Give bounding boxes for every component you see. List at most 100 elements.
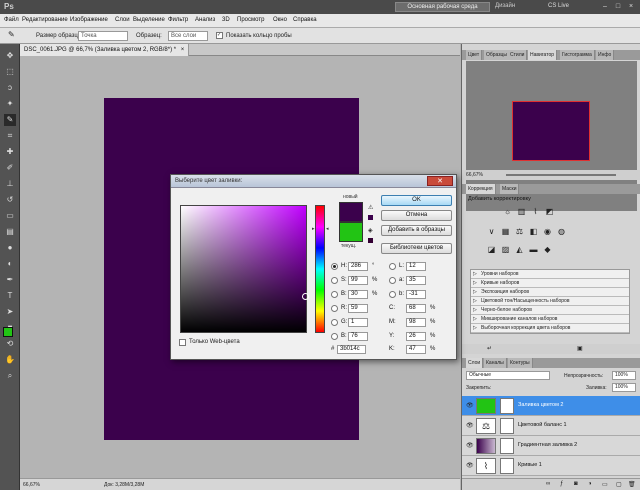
menu-window[interactable]: Окно	[273, 17, 287, 23]
layer-mask-thumbnail[interactable]	[500, 438, 514, 454]
add-mask-icon[interactable]: ◙	[574, 481, 578, 487]
tab-navigator[interactable]: Навигатор	[528, 50, 558, 60]
visibility-eye-icon[interactable]: 👁	[466, 402, 474, 409]
gamut-swatch[interactable]	[368, 215, 373, 220]
layer-row[interactable]: 👁 Градиентная заливка 2	[462, 436, 640, 456]
lab-l-radio[interactable]	[389, 263, 396, 270]
curves-icon[interactable]: ⌇	[530, 206, 541, 217]
tab-color[interactable]: Цвет	[466, 50, 483, 60]
dialog-close-button[interactable]: ✕	[427, 176, 453, 186]
menu-file[interactable]: Файл	[4, 17, 19, 23]
brightness-icon[interactable]: ☼	[502, 206, 513, 217]
3d-rotate-tool-icon[interactable]: ⟲	[4, 338, 16, 350]
ok-button[interactable]: OK	[381, 195, 452, 206]
preset-selective-color[interactable]: Выборочная коррекция цвета наборов	[471, 324, 629, 333]
visibility-eye-icon[interactable]: 👁	[466, 422, 474, 429]
menu-help[interactable]: Справка	[293, 17, 317, 23]
foreground-color-swatch[interactable]	[3, 327, 13, 337]
lab-a-radio[interactable]	[389, 277, 396, 284]
preset-levels[interactable]: Уровни наборов	[471, 270, 629, 279]
brush-tool-icon[interactable]: ✐	[4, 162, 16, 174]
menu-edit[interactable]: Редактирование	[22, 17, 68, 23]
workspace-switcher[interactable]: Основная рабочая среда	[395, 2, 490, 12]
menu-3d[interactable]: 3D	[222, 17, 230, 23]
black-input[interactable]: 47	[406, 345, 426, 354]
lab-l-input[interactable]: 12	[406, 262, 426, 271]
yellow-input[interactable]: 26	[406, 332, 426, 341]
link-layers-icon[interactable]: ∞	[546, 481, 550, 487]
marquee-tool-icon[interactable]: ⬚	[4, 66, 16, 78]
web-colors-only-checkbox[interactable]	[179, 339, 186, 346]
color-libraries-button[interactable]: Библиотеки цветов	[381, 243, 452, 254]
tab-styles[interactable]: Стили	[508, 50, 528, 60]
preset-hue-saturation[interactable]: Цветовой тон/Насыщенность наборов	[471, 297, 629, 306]
type-tool-icon[interactable]: T	[4, 290, 16, 302]
hue-radio[interactable]	[331, 263, 338, 270]
black-white-icon[interactable]: ◧	[528, 226, 539, 237]
layer-row[interactable]: 👁 ⌇ Кривые 1	[462, 456, 640, 476]
crop-tool-icon[interactable]: ⌗	[4, 130, 16, 142]
vibrance-icon[interactable]: ∨	[486, 226, 497, 237]
photo-filter-icon[interactable]: ◉	[542, 226, 553, 237]
add-to-swatches-button[interactable]: Добавить в образцы	[381, 225, 452, 236]
current-color-swatch[interactable]	[339, 222, 363, 242]
tab-adjustments[interactable]: Коррекция	[466, 184, 496, 194]
eraser-tool-icon[interactable]: ▭	[4, 210, 16, 222]
brightness-radio[interactable]	[331, 291, 338, 298]
document-tab[interactable]: DSC_0061.JPG @ 66,7% (Заливка цветом 2, …	[20, 44, 190, 56]
brightness-input[interactable]: 30	[348, 290, 368, 299]
navigator-thumbnail[interactable]	[512, 101, 590, 161]
gradient-tool-icon[interactable]: ▤	[4, 226, 16, 238]
menu-filter[interactable]: Фильтр	[168, 17, 188, 23]
return-icon[interactable]: ↵	[487, 345, 492, 352]
navigator-zoom-slider[interactable]	[506, 174, 616, 176]
dialog-title-bar[interactable]: Выберите цвет заливки: ✕	[171, 175, 456, 188]
color-field[interactable]	[180, 205, 309, 333]
menu-image[interactable]: Изображение	[70, 17, 108, 23]
menu-layers[interactable]: Слои	[115, 17, 130, 23]
sample-size-select[interactable]: Точка	[78, 31, 128, 41]
menu-view[interactable]: Просмотр	[237, 17, 264, 23]
new-layer-icon[interactable]: ▢	[616, 481, 622, 488]
eyedropper-tool-icon[interactable]: ✎	[4, 114, 16, 126]
delete-layer-icon[interactable]: 🗑	[628, 481, 636, 488]
design-workspace-link[interactable]: Дизайн	[495, 3, 515, 9]
blur-tool-icon[interactable]: ●	[4, 242, 16, 254]
gamut-warning-icon[interactable]: ⚠	[368, 204, 373, 211]
saturation-input[interactable]: 99	[348, 276, 368, 285]
pen-tool-icon[interactable]: ✒	[4, 274, 16, 286]
threshold-icon[interactable]: ◭	[514, 244, 525, 255]
close-document-icon[interactable]: ×	[181, 47, 185, 53]
preset-channel-mixer[interactable]: Микширование каналов наборов	[471, 315, 629, 324]
menu-select[interactable]: Выделение	[133, 17, 165, 23]
lab-b-input[interactable]: -31	[406, 290, 426, 299]
layer-row[interactable]: 👁 ⚖ Цветовой баланс 1	[462, 416, 640, 436]
new-group-icon[interactable]: ▭	[602, 481, 608, 488]
preset-black-white[interactable]: Черно-белое наборов	[471, 306, 629, 315]
blue-input[interactable]: 76	[348, 332, 368, 341]
channel-mixer-icon[interactable]: ◍	[556, 226, 567, 237]
opacity-input[interactable]: 100%	[612, 371, 636, 380]
hue-slider-left-arrow-icon[interactable]: ▸	[312, 226, 315, 232]
web-safe-swatch[interactable]	[368, 238, 373, 243]
hue-saturation-icon[interactable]: ▦	[500, 226, 511, 237]
path-select-tool-icon[interactable]: ➤	[4, 306, 16, 318]
tab-histogram[interactable]: Гистограмма	[560, 50, 595, 60]
lab-b-radio[interactable]	[389, 291, 396, 298]
preset-exposure[interactable]: Экспозиция наборов	[471, 288, 629, 297]
tab-masks[interactable]: Маски	[500, 184, 520, 194]
layer-style-icon[interactable]: ƒ	[560, 481, 563, 487]
zoom-tool-icon[interactable]: ⌕	[4, 370, 16, 382]
history-brush-tool-icon[interactable]: ↺	[4, 194, 16, 206]
hand-tool-icon[interactable]: ✋	[4, 354, 16, 366]
layer-mask-thumbnail[interactable]	[500, 398, 514, 414]
new-fill-layer-icon[interactable]: ◑	[588, 481, 592, 487]
sample-layers-select[interactable]: Все слои	[168, 31, 208, 41]
close-app-button[interactable]: ×	[626, 2, 636, 11]
navigator-zoom-value[interactable]: 66,67%	[466, 172, 483, 178]
cancel-button[interactable]: Отмена	[381, 210, 452, 221]
hue-input[interactable]: 286	[348, 262, 368, 271]
green-radio[interactable]	[331, 319, 338, 326]
lasso-tool-icon[interactable]: ↄ	[4, 82, 16, 94]
tab-info[interactable]: Инфо	[596, 50, 615, 60]
